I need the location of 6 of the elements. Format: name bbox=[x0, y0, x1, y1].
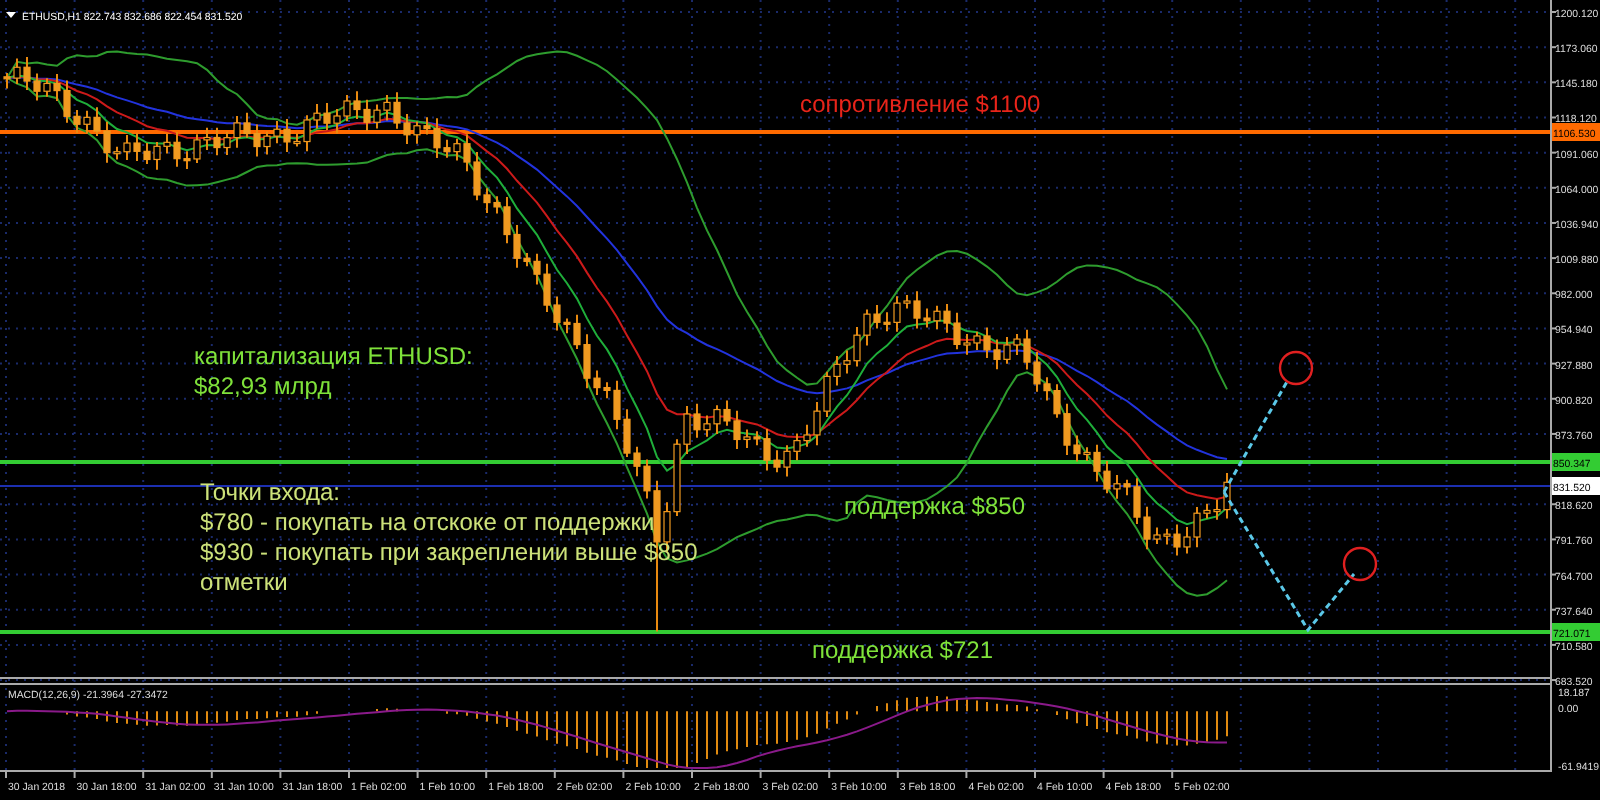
entry-points-text: отметки bbox=[200, 568, 288, 596]
resistance-label: сопротивление $1100 bbox=[800, 90, 1041, 118]
note-text: капитализация ETHUSD: bbox=[194, 342, 473, 370]
support-label: поддержка $721 bbox=[812, 636, 994, 664]
entry-points-text: Точки входа: bbox=[200, 478, 341, 506]
note-text: $82,93 млрд bbox=[194, 372, 332, 400]
